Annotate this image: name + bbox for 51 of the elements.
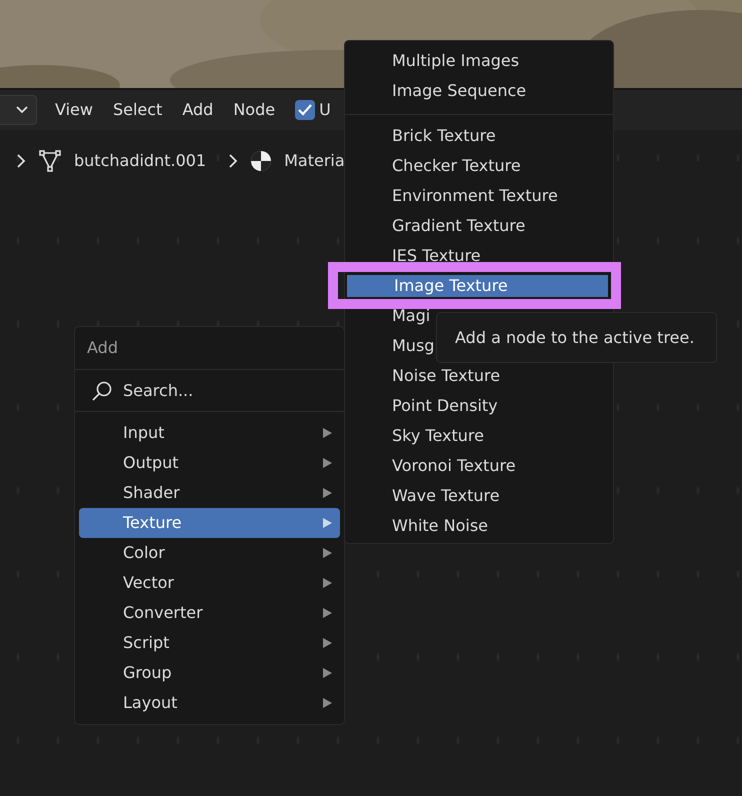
submenu-arrow-icon	[323, 458, 332, 468]
menu-item[interactable]: Color	[79, 538, 340, 568]
submenu-arrow-icon	[323, 518, 332, 528]
menu-item[interactable]: Converter	[79, 598, 340, 628]
menu-item[interactable]: Vector	[79, 568, 340, 598]
material-sphere-icon	[250, 150, 272, 172]
menu-item[interactable]: Noise Texture	[345, 365, 613, 387]
menu-item[interactable]: View	[45, 94, 103, 126]
caret-icon	[16, 106, 28, 114]
submenu-arrow-icon	[323, 548, 332, 558]
submenu-arrow-icon	[323, 488, 332, 498]
menu-item[interactable]: Environment Texture	[345, 185, 613, 207]
menu-item[interactable]: Gradient Texture	[345, 215, 613, 237]
editor-type-dropdown[interactable]	[0, 95, 37, 125]
submenu-arrow-icon	[323, 638, 332, 648]
menu-item[interactable]: Select	[102, 94, 172, 126]
menu-item[interactable]: Shader	[79, 478, 340, 508]
menu-item[interactable]: Image Texture	[347, 275, 608, 297]
search-icon	[91, 380, 113, 402]
menu-item[interactable]: Sky Texture	[345, 425, 613, 447]
menu-item[interactable]: Output	[79, 448, 340, 478]
checkbox[interactable]	[295, 100, 316, 120]
tooltip: Add a node to the active tree.	[436, 312, 717, 363]
menu-item[interactable]: Checker Texture	[345, 155, 613, 177]
menu-item[interactable]: Add	[172, 94, 224, 126]
menu-item[interactable]: IES Texture	[345, 245, 613, 267]
checkbox-label: U	[319, 99, 331, 121]
menu-item[interactable]: Input	[79, 418, 340, 448]
menu-item[interactable]: Wave Texture	[345, 485, 613, 507]
submenu-arrow-icon	[323, 428, 332, 438]
mesh-icon	[38, 149, 62, 173]
menu-item[interactable]: White Noise	[345, 515, 613, 537]
submenu-arrow-icon	[323, 668, 332, 678]
menu-item[interactable]: Multiple Images	[345, 50, 613, 72]
menu-item[interactable]: Layout	[79, 688, 340, 718]
breadcrumb-item[interactable]: butchadidnt.001	[74, 149, 206, 173]
breadcrumb-item[interactable]: Materia	[284, 149, 345, 173]
menu-item[interactable]: Node	[223, 94, 286, 126]
submenu-arrow-icon	[323, 698, 332, 708]
menu-item[interactable]: Brick Texture	[345, 125, 613, 147]
chevron-icon	[228, 154, 238, 168]
menu-item[interactable]: Point Density	[345, 395, 613, 417]
menu-item[interactable]: Image Sequence	[345, 80, 613, 102]
menu-item[interactable]: Voronoi Texture	[345, 455, 613, 477]
submenu-arrow-icon	[323, 608, 332, 618]
menu-item[interactable]: Script	[79, 628, 340, 658]
chevron-icon	[16, 154, 26, 168]
menu-item[interactable]: Texture	[79, 508, 340, 538]
menu-item[interactable]: Group	[79, 658, 340, 688]
check-icon	[298, 104, 312, 116]
submenu-arrow-icon	[323, 578, 332, 588]
